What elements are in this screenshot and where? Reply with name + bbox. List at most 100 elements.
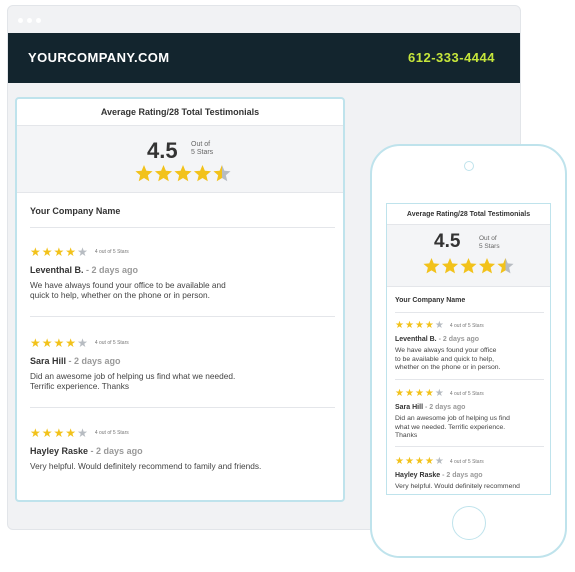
review-item: ★ ★ ★ ★ ★ 4 out of 5 Stars Sara Hill - 2 days… [395,389,545,441]
average-stars [135,165,231,182]
review-stars: ★ ★ ★ ★ ★ 4 out of 5 Stars [395,321,545,331]
reviewer-line: Leventhal B. - 2 days ago [395,336,545,343]
phone-number-link[interactable]: 612-333-4444 [408,50,495,65]
divider [395,446,544,447]
review-text-line: Did an awesome job of helping us find wh… [30,371,236,381]
out-of-label: Out of 5 Stars [191,141,231,157]
window-dot-icon [27,18,32,23]
reviewer-line: Leventhal B. - 2 days ago [30,265,335,275]
star-icon: ★ [434,320,444,331]
reviewer-name: Leventhal B. [30,265,84,275]
divider [30,407,335,408]
review-stars: ★ ★ ★ ★ ★ 4 out of 5 Stars [30,427,335,439]
divider [30,227,335,228]
star-icon: ★ [53,336,65,350]
star-icon: ★ [53,426,65,440]
review-text-line: Terrific experience. Thanks [30,381,129,391]
average-rating: 4.5 [147,138,178,163]
review-time: 2 days ago [96,446,143,456]
divider [395,312,544,313]
star-icon: ★ [395,388,404,399]
reviewer-line: Hayley Raske - 2 days ago [395,472,545,479]
review-time: 2 days ago [429,404,466,411]
reviewer-name: Sara Hill [30,356,67,366]
star-icon: ★ [53,245,65,259]
star-icon: ★ [404,456,414,467]
review-time: 2 days ago [446,472,483,479]
star-icon: ★ [414,388,424,399]
star-icon: ★ [404,320,414,331]
name-separator: - [66,356,75,366]
widget-header: Average Rating/28 Total Testimonials [17,99,343,126]
reviewer-name: Leventhal B. [395,336,437,343]
out-of-line1: Out of [479,235,497,242]
review-text-line: We have always found your office to be a… [30,280,226,290]
review-text-line: Very helpful. Would definitely recommend [395,483,520,490]
out-of-line1: Out of [191,141,211,148]
out-of-line2: 5 Stars [479,243,500,250]
divider [30,316,335,317]
average-rating: 4.5 [434,231,461,252]
half-star-icon [213,165,231,182]
star-icon: ★ [395,320,404,331]
reviewer-name: Hayley Raske [30,446,89,456]
phone-mockup: Average Rating/28 Total Testimonials 4.5… [370,144,567,558]
star-icon: ★ [395,456,404,467]
rating-summary: 4.5 Out of 5 Stars [17,126,343,193]
review-stars: ★ ★ ★ ★ ★ 4 out of 5 Stars [30,337,335,349]
phone-screen: Average Rating/28 Total Testimonials 4.5… [386,203,551,495]
star-icon: ★ [77,426,88,440]
review-item: ★ ★ ★ ★ ★ 4 out of 5 Stars Leventhal B. - 2 d… [395,321,545,373]
average-stars [423,258,514,274]
review-text-line: what we needed. Terrific experience. [395,423,506,431]
site-header: YOURCOMPANY.COM 612-333-4444 [8,33,520,83]
star-icon: ★ [434,456,444,467]
review-text-line: Very helpful. Would definitely recommend… [30,461,262,471]
review-text-line: Thanks [395,432,418,439]
review-stars-label: 4 out of 5 Stars [94,340,129,346]
review-item: ★ ★ ★ ★ ★ 4 out of 5 Stars Hayley Raske - 2 d… [30,427,335,471]
rating-summary: 4.5 Out of 5 Stars [387,225,550,287]
review-time: 2 days ago [442,336,480,343]
star-icon: ★ [65,336,77,350]
window-dot-icon [36,18,41,23]
review-time: 2 days ago [91,265,139,275]
star-icon [478,258,496,274]
site-brand-link[interactable]: YOURCOMPANY.COM [28,50,170,65]
review-stars: ★ ★ ★ ★ ★ 4 out of 5 Stars [30,246,335,258]
name-separator: - [83,265,92,275]
review-item: ★ ★ ★ ★ ★ 4 out of 5 Stars Hayley Raske - 2 d… [395,457,545,492]
review-text: Did an awesome job of helping us find wh… [395,415,545,441]
star-icon: ★ [424,456,434,467]
review-stars-label: 4 out of 5 Stars [94,249,129,255]
out-of-line2: 5 Stars [191,149,214,156]
company-name: Your Company Name [395,297,466,304]
review-text-line: We have always found your office [395,347,497,354]
star-icon: ★ [424,320,434,331]
star-icon: ★ [65,245,77,259]
star-icon: ★ [77,245,88,259]
star-icon: ★ [424,388,434,399]
star-icon: ★ [30,426,41,440]
widget-header: Average Rating/28 Total Testimonials [387,204,550,225]
review-stars-label: 4 out of 5 Stars [94,430,129,436]
testimonials-widget: Average Rating/28 Total Testimonials 4.5… [15,97,345,502]
review-stars: ★ ★ ★ ★ ★ 4 out of 5 Stars [395,389,545,399]
half-star-icon [497,258,514,274]
review-time: 2 days ago [74,356,121,366]
review-item: ★ ★ ★ ★ ★ 4 out of 5 Stars Sara Hill - 2 days… [30,337,335,391]
name-separator: - [88,446,97,456]
phone-home-button[interactable] [452,506,486,540]
review-stars-label: 4 out of 5 Stars [449,391,484,397]
review-stars-label: 4 out of 5 Stars [449,459,484,465]
star-icon: ★ [77,336,88,350]
browser-chrome [8,6,520,33]
star-icon [135,165,153,182]
review-text: We have always found your office to be a… [30,280,335,300]
review-text: Very helpful. Would definitely recommend [395,483,545,492]
review-text-line: quick to help, whether on the phone or i… [30,290,210,300]
reviewer-line: Sara Hill - 2 days ago [395,404,545,411]
window-dot-icon [18,18,23,23]
out-of-label: Out of 5 Stars [479,235,519,251]
review-stars: ★ ★ ★ ★ ★ 4 out of 5 Stars [395,457,545,467]
